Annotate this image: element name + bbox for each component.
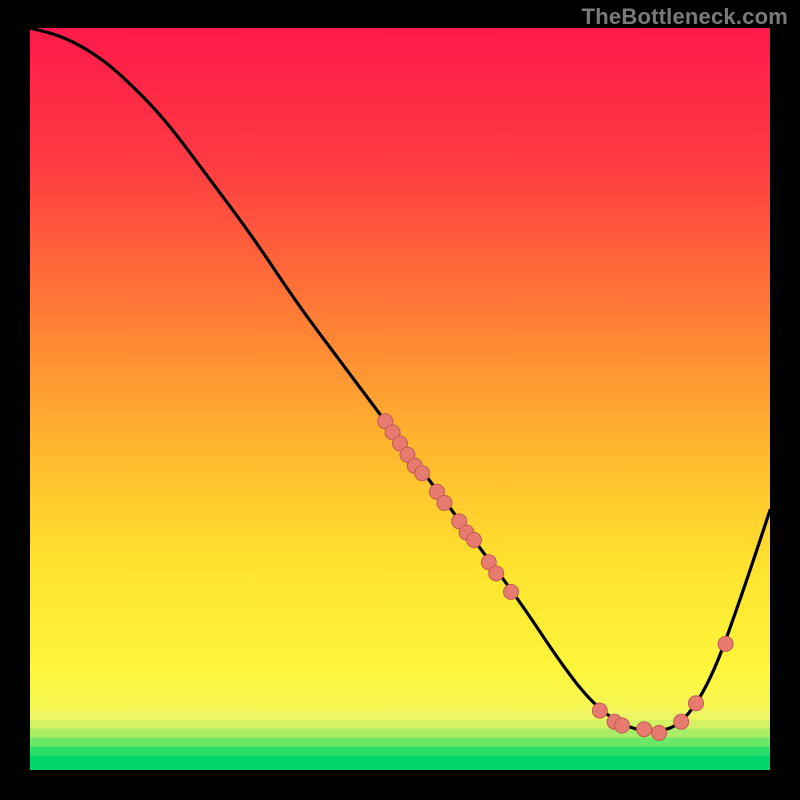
marker-upper-cluster-10	[467, 533, 482, 548]
marker-valley-cluster-0	[592, 703, 607, 718]
marker-valley-cluster-6	[689, 696, 704, 711]
floor-band-5	[30, 711, 770, 720]
bottleneck-chart	[0, 0, 800, 800]
floor-band-1	[30, 746, 770, 755]
marker-valley-cluster-4	[652, 725, 667, 740]
marker-valley-cluster-5	[674, 714, 689, 729]
marker-upper-cluster-7	[437, 495, 452, 510]
marker-valley-cluster-2	[615, 718, 630, 733]
marker-valley-cluster-3	[637, 722, 652, 737]
marker-upper-cluster-13	[504, 584, 519, 599]
floor-band-0	[30, 755, 770, 770]
marker-tail-point-0	[718, 636, 733, 651]
marker-upper-cluster-5	[415, 466, 430, 481]
marker-upper-cluster-12	[489, 566, 504, 581]
chart-stage: TheBottleneck.com	[0, 0, 800, 800]
watermark-text: TheBottleneck.com	[582, 4, 788, 30]
gradient-field	[30, 28, 770, 770]
